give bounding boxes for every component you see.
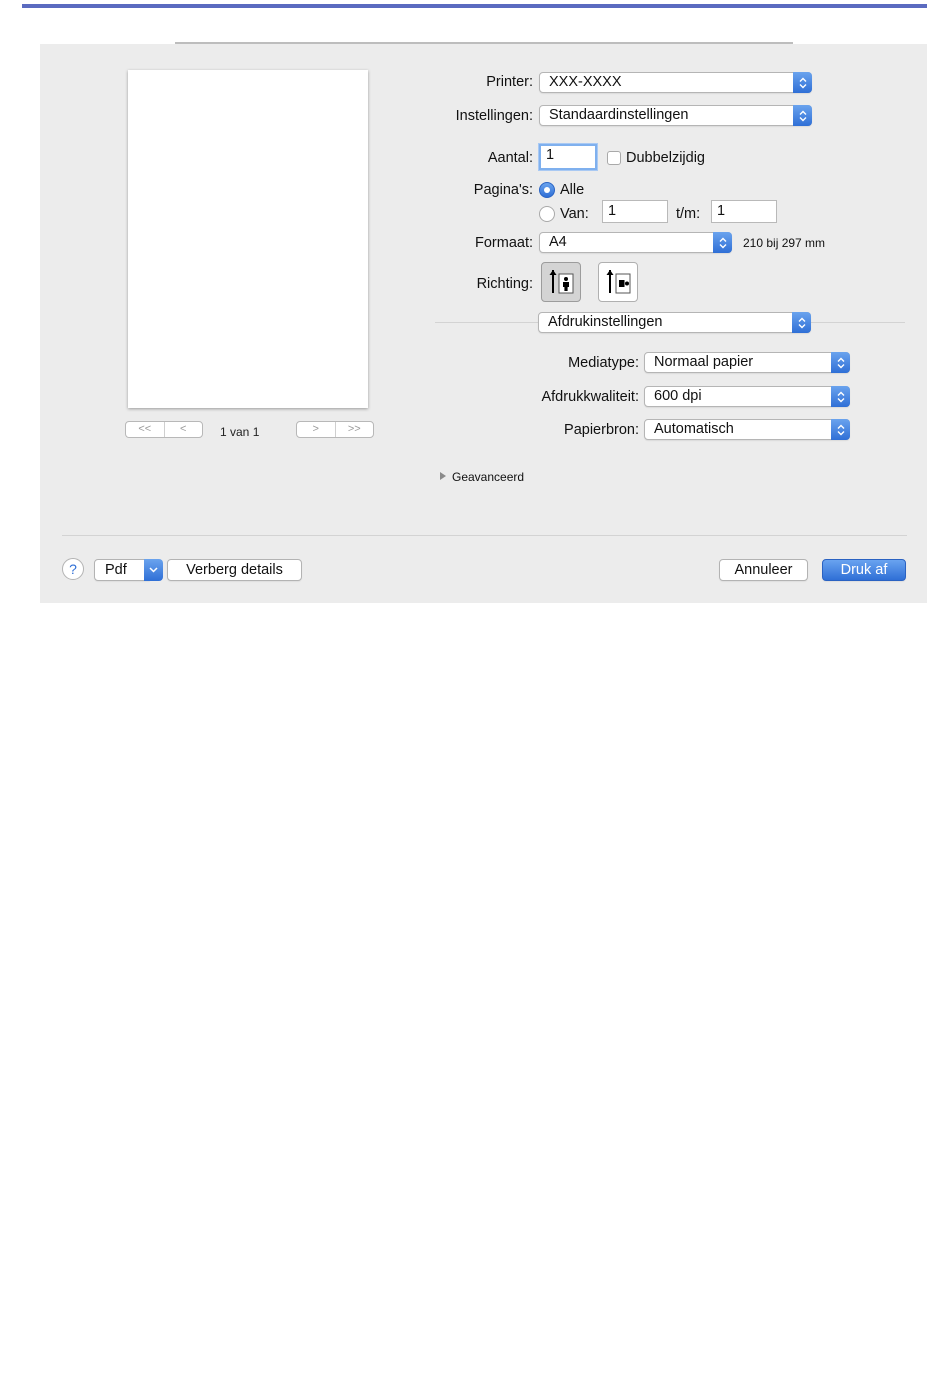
printer-value: XXX-XXXX xyxy=(549,74,622,90)
next-page-button[interactable]: > xyxy=(297,422,335,437)
chevron-updown-icon xyxy=(831,419,850,440)
print-quality-label: Afdrukkwaliteit: xyxy=(541,389,639,405)
printer-label: Printer: xyxy=(486,74,533,90)
pages-range-radio[interactable] xyxy=(539,206,555,222)
copies-label: Aantal: xyxy=(487,150,533,166)
pages-label: Pagina's: xyxy=(473,182,533,198)
footer-divider xyxy=(62,535,907,536)
hide-details-button[interactable]: Verberg details xyxy=(167,559,302,581)
print-button[interactable]: Druk af xyxy=(822,559,906,581)
pdf-button[interactable]: Pdf xyxy=(94,559,150,581)
presets-label: Instellingen: xyxy=(455,108,533,124)
chevron-updown-icon xyxy=(793,72,812,93)
presets-value: Standaardinstellingen xyxy=(549,107,689,123)
paper-size-value: A4 xyxy=(549,234,567,250)
pages-all-radio[interactable] xyxy=(539,182,555,198)
last-page-button[interactable]: >> xyxy=(334,422,374,437)
media-type-label: Mediatype: xyxy=(568,355,639,371)
paper-source-label: Papierbron: xyxy=(564,422,639,438)
orientation-portrait-button[interactable] xyxy=(541,262,581,302)
chevron-updown-icon xyxy=(713,232,732,253)
paper-source-popup[interactable]: Automatisch xyxy=(644,419,850,440)
preview-nav-back: << < xyxy=(125,421,203,438)
pages-range-label: Van: xyxy=(560,206,589,222)
pages-all-label: Alle xyxy=(560,182,585,198)
top-rule xyxy=(22,4,927,8)
chevron-updown-icon xyxy=(793,105,812,126)
previous-page-button[interactable]: < xyxy=(163,422,203,437)
page-preview xyxy=(128,70,368,408)
paper-size-label: Formaat: xyxy=(474,235,533,251)
printer-popup[interactable]: XXX-XXXX xyxy=(539,72,812,93)
disclosure-triangle-icon[interactable] xyxy=(440,472,446,480)
print-quality-popup[interactable]: 600 dpi xyxy=(644,386,850,407)
landscape-person-icon xyxy=(606,270,631,294)
paper-dimensions: 210 bij 297 mm xyxy=(743,236,826,250)
chevron-updown-icon xyxy=(831,386,850,407)
media-type-popup[interactable]: Normaal papier xyxy=(644,352,850,373)
pdf-menu-button[interactable] xyxy=(144,559,163,581)
pages-to-label: t/m: xyxy=(676,206,701,222)
chevron-updown-icon xyxy=(792,312,811,333)
cancel-button[interactable]: Annuleer xyxy=(719,559,808,581)
section-popup[interactable]: Afdrukinstellingen xyxy=(538,312,811,333)
page-counter: 1 van 1 xyxy=(220,425,260,439)
presets-popup[interactable]: Standaardinstellingen xyxy=(539,105,812,126)
duplex-checkbox[interactable] xyxy=(607,151,621,165)
advanced-disclosure-label[interactable]: Geavanceerd xyxy=(452,470,524,484)
orientation-landscape-button[interactable] xyxy=(598,262,638,302)
paper-size-popup[interactable]: A4 xyxy=(539,232,732,253)
help-button[interactable]: ? xyxy=(62,558,84,580)
copies-field[interactable]: 1 xyxy=(539,144,597,170)
paper-source-value: Automatisch xyxy=(654,421,734,437)
section-value: Afdrukinstellingen xyxy=(548,314,663,330)
first-page-button[interactable]: << xyxy=(126,422,164,437)
chevron-updown-icon xyxy=(831,352,850,373)
chevron-down-icon xyxy=(149,567,158,573)
orientation-label: Richting: xyxy=(476,276,533,292)
portrait-person-icon xyxy=(549,270,574,294)
pages-from-field[interactable]: 1 xyxy=(602,200,668,223)
pages-to-field[interactable]: 1 xyxy=(711,200,777,223)
print-quality-value: 600 dpi xyxy=(654,388,702,404)
duplex-label: Dubbelzijdig xyxy=(626,150,705,166)
preview-nav-forward: > >> xyxy=(296,421,374,438)
media-type-value: Normaal papier xyxy=(654,354,754,370)
print-dialog: << < 1 van 1 > >> Printer: XXX-XXXX Inst… xyxy=(40,44,927,603)
